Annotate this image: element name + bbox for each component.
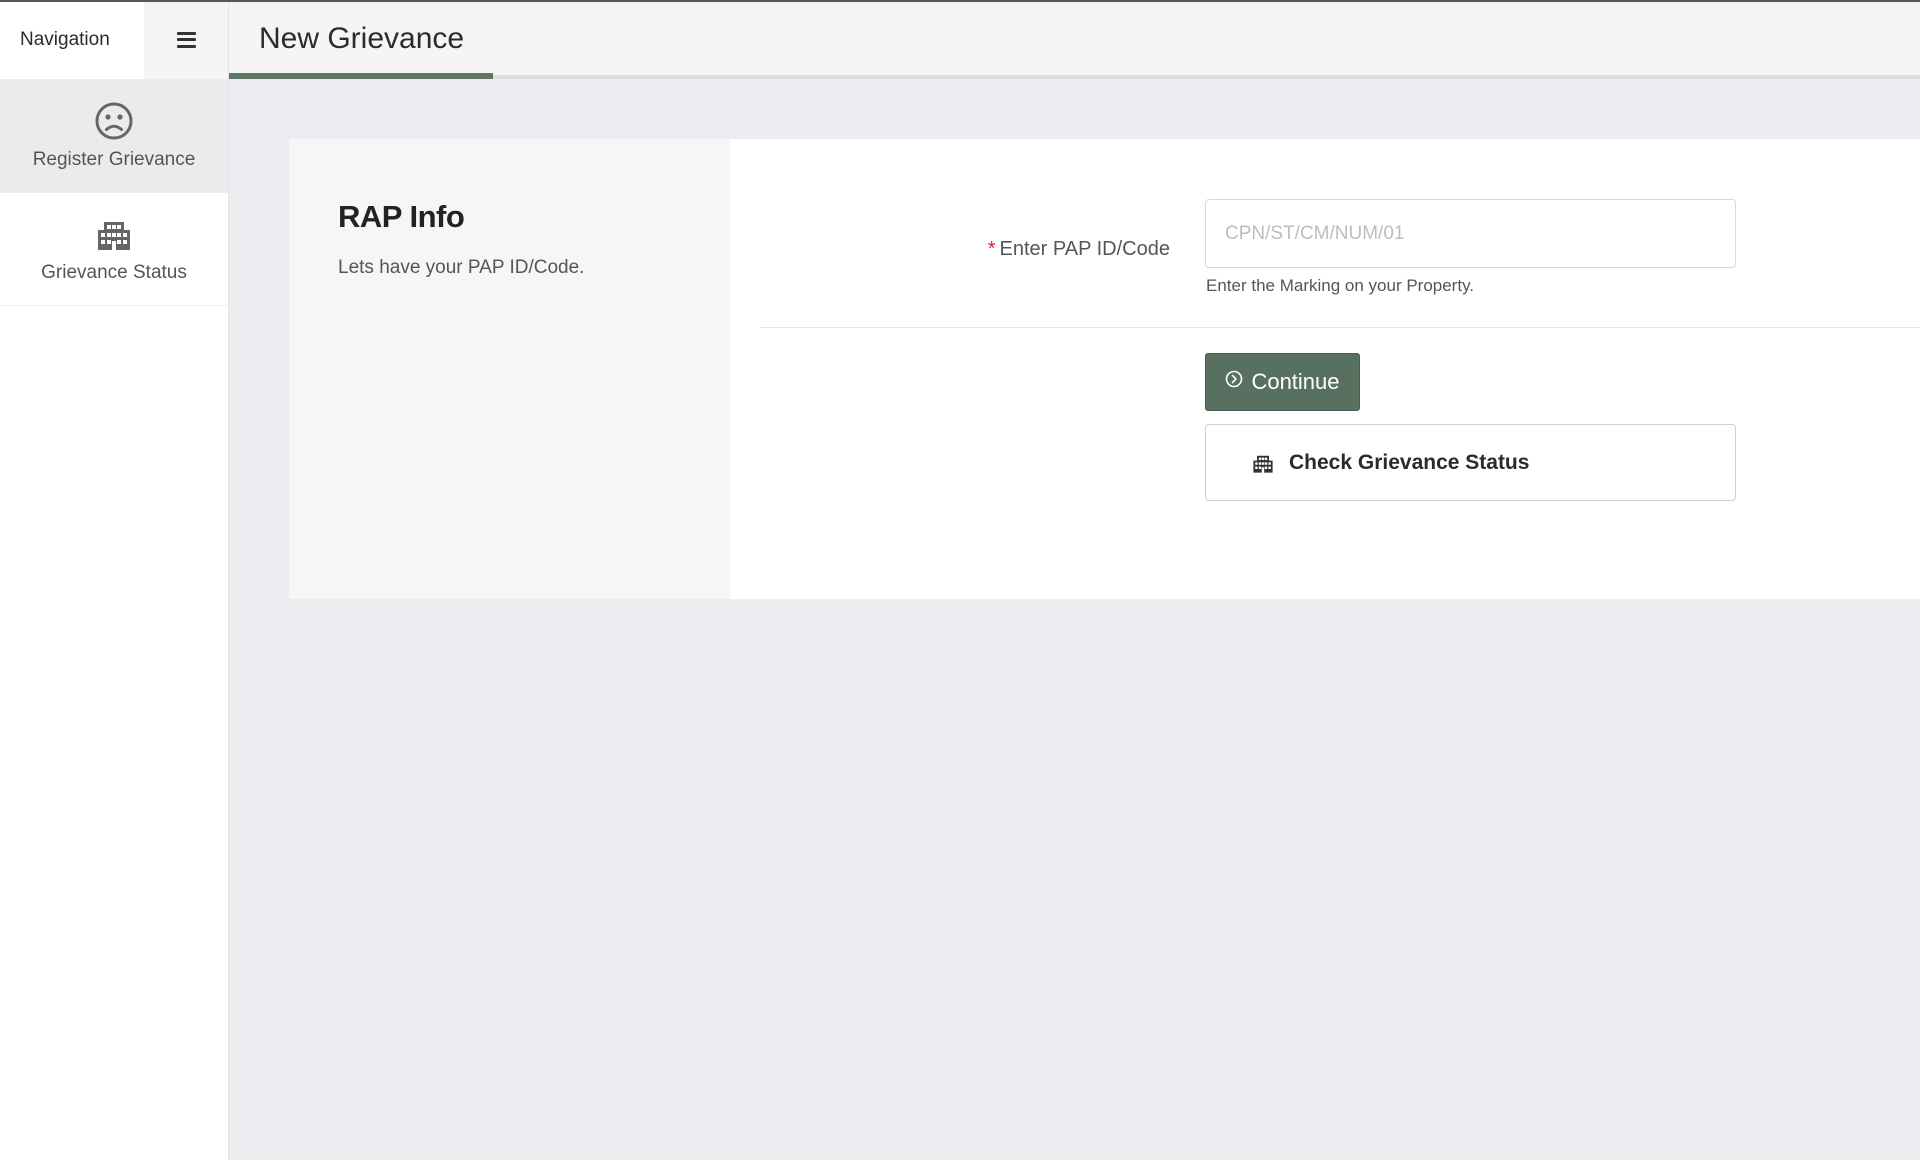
active-tab-indicator [229, 73, 493, 79]
pap-id-form-row: *Enter PAP ID/Code Enter the Marking on … [730, 139, 1920, 328]
check-status-button-label: Check Grievance Status [1289, 450, 1530, 474]
building-icon [1253, 455, 1273, 473]
pap-id-label: * Enter PAP ID/Code [988, 238, 1170, 261]
circle-arrow-right-icon [1226, 370, 1243, 388]
check-grievance-status-button[interactable]: Check Grievance Status [1205, 424, 1736, 501]
form-divider [760, 327, 1920, 328]
page-title: New Grievance [259, 22, 465, 55]
continue-button-label: Continue [1251, 369, 1340, 394]
section-title: RAP Info [338, 199, 465, 234]
form-panel: *Enter PAP ID/Code Enter the Marking on … [730, 139, 1920, 599]
top-border [0, 0, 1920, 2]
frown-icon [95, 102, 133, 140]
pap-id-help-text: Enter the Marking on your Property. [1206, 276, 1475, 295]
pap-id-input[interactable] [1205, 199, 1736, 268]
sidebar-item-register-grievance[interactable]: Register Grievance [0, 80, 228, 193]
page-header: New Grievance [229, 0, 1920, 79]
hamburger-icon [176, 31, 196, 48]
sidebar: Navigation Register Grievance Grievance … [0, 0, 229, 1160]
sidebar-item-grievance-status[interactable]: Grievance Status [0, 193, 228, 306]
form-card: RAP Info Lets have your PAP ID/Code. * En… [289, 139, 1920, 599]
sidebar-header: Navigation [0, 0, 228, 80]
building-icon [98, 222, 130, 250]
pap-id-label-text: Enter PAP ID/Code [999, 238, 1170, 260]
section-subtitle: Lets have your PAP ID/Code. [338, 257, 585, 278]
sidebar-item-label: Register Grievance [32, 149, 196, 170]
continue-button[interactable]: Continue [1205, 353, 1360, 411]
required-marker: * [987, 238, 996, 260]
menu-toggle-button[interactable] [144, 0, 228, 79]
sidebar-item-label: Grievance Status [41, 262, 187, 283]
section-info-panel: RAP Info Lets have your PAP ID/Code. [289, 139, 730, 599]
nav-title: Navigation [0, 0, 144, 79]
